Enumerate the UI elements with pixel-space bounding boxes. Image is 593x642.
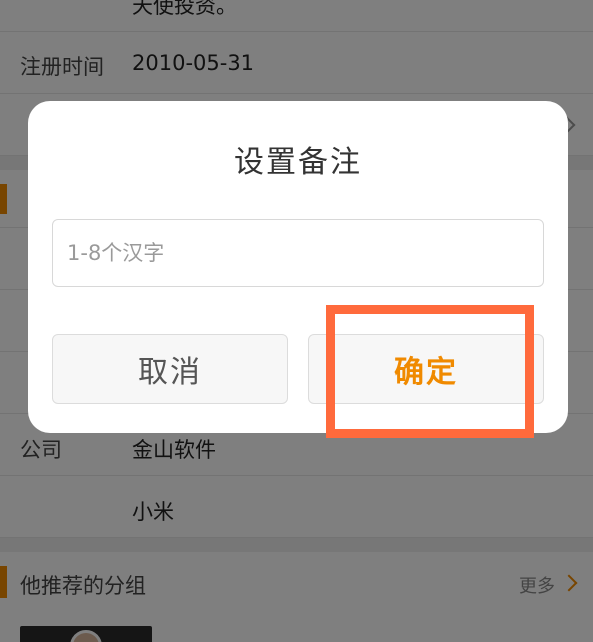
cancel-button[interactable]: 取消: [52, 334, 288, 404]
remark-input[interactable]: [52, 219, 544, 287]
dialog-title: 设置备注: [234, 145, 362, 180]
confirm-highlight-box: [326, 305, 534, 438]
